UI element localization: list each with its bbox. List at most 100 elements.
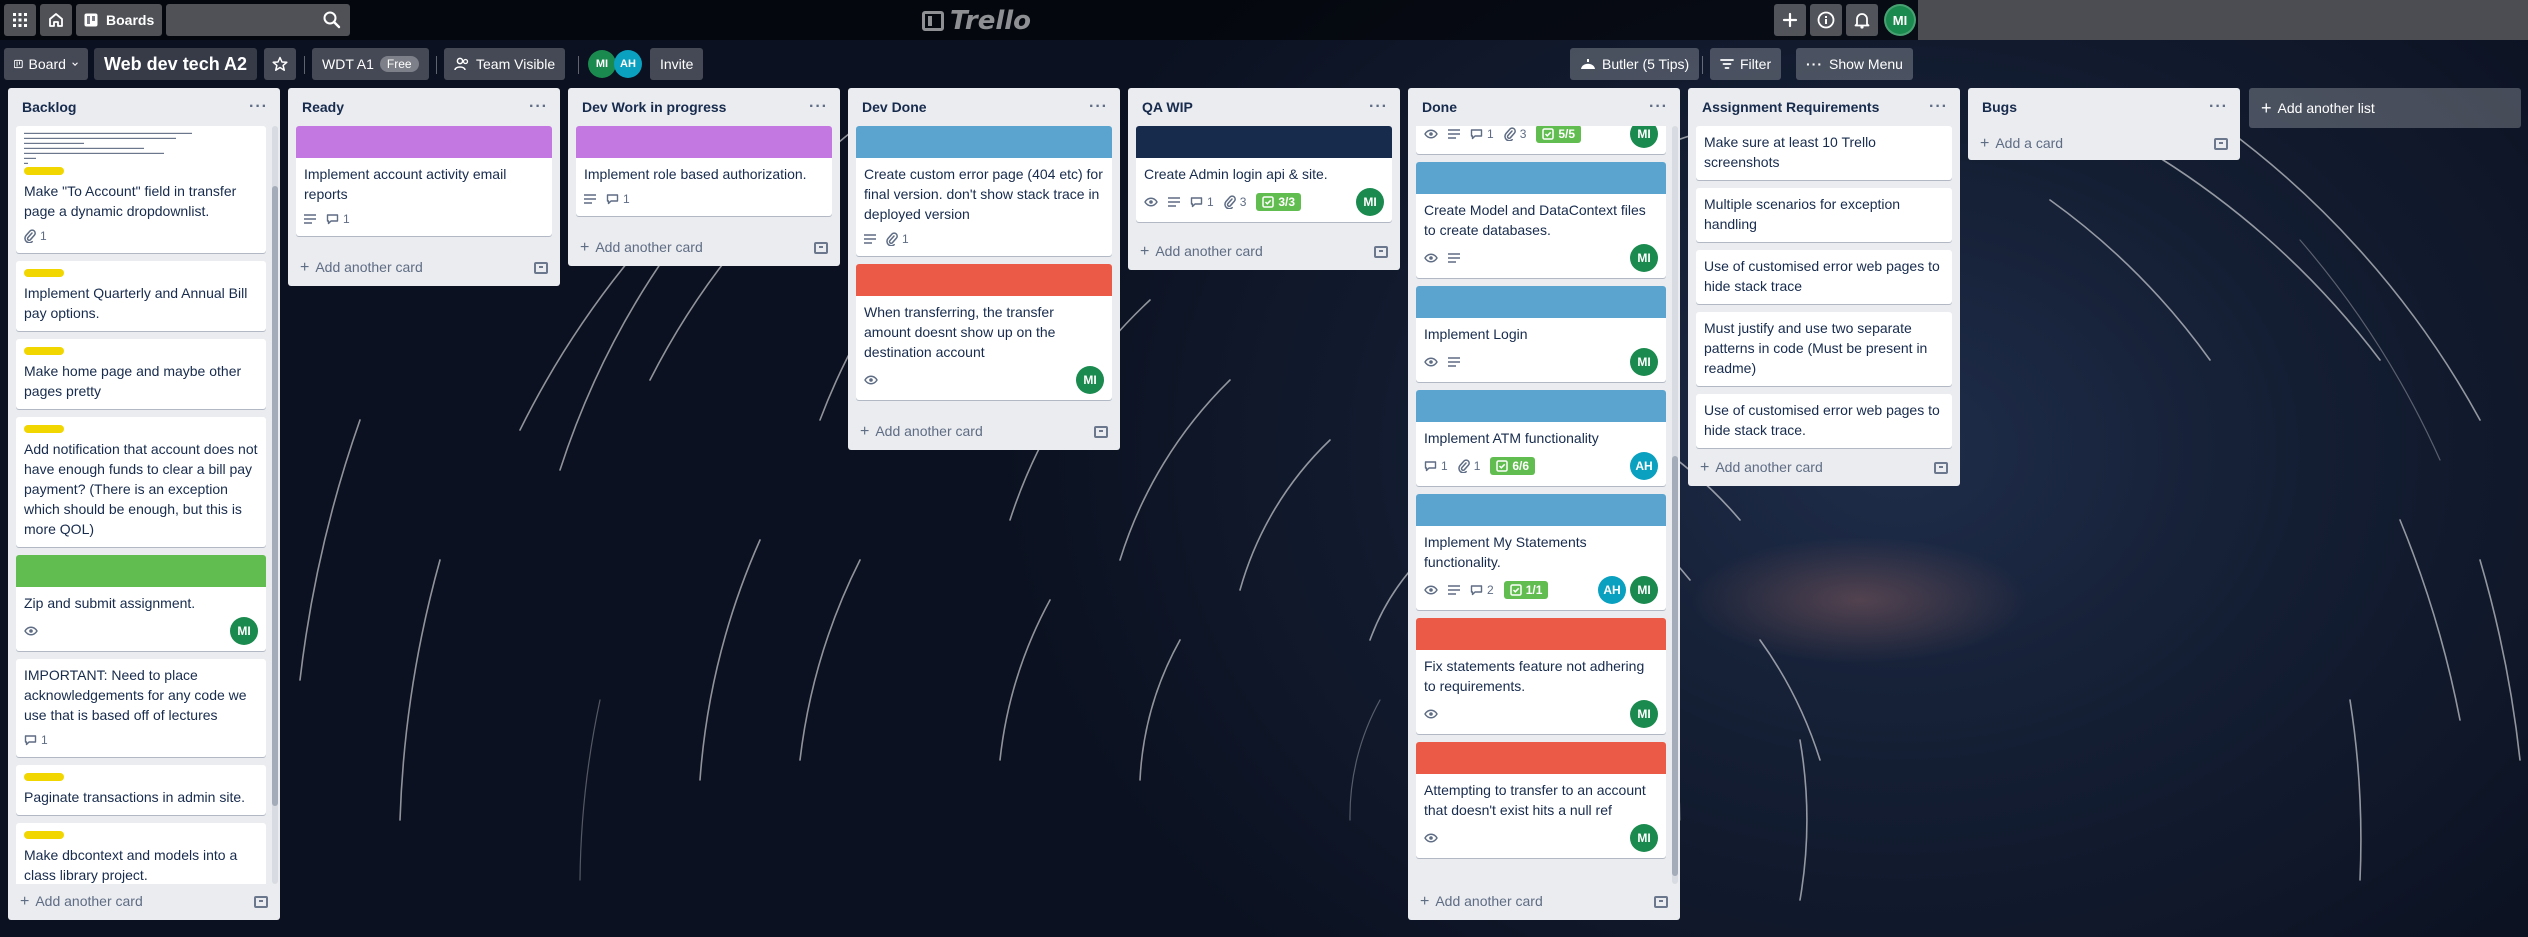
add-card-button[interactable]: + Add another card	[1408, 884, 1680, 920]
card-label-yellow[interactable]	[24, 167, 64, 175]
member-avatar-mi[interactable]: MI	[1630, 824, 1658, 852]
card[interactable]: Implement Login MI	[1416, 286, 1666, 382]
card[interactable]: Fix statements feature not adhering to r…	[1416, 618, 1666, 734]
card[interactable]: Make sure at least 10 Trello screenshots	[1696, 126, 1952, 180]
member-avatar-ah[interactable]: AH	[1598, 576, 1626, 604]
card[interactable]: Add notification that account does not h…	[16, 417, 266, 547]
card[interactable]: 1 3 5/5 MI	[1416, 126, 1666, 154]
card[interactable]: Attempting to transfer to an account tha…	[1416, 742, 1666, 858]
member-avatar-mi[interactable]: MI	[230, 617, 258, 645]
card-template-icon[interactable]	[2214, 138, 2228, 150]
list-menu-icon[interactable]: ···	[1649, 98, 1668, 116]
card-template-icon[interactable]	[1094, 426, 1108, 438]
member-avatar-mi[interactable]: MI	[1630, 126, 1658, 148]
card[interactable]: Create custom error page (404 etc) for f…	[856, 126, 1112, 256]
member-avatar-mi[interactable]: MI	[1630, 576, 1658, 604]
list-title[interactable]: Dev Work in progress	[582, 99, 726, 115]
add-card-button[interactable]: + Add another card	[1128, 234, 1400, 270]
add-list-button[interactable]: + Add another list	[2249, 88, 2521, 128]
list-header[interactable]: Dev Done ···	[848, 88, 1120, 126]
list-menu-icon[interactable]: ···	[1369, 98, 1388, 116]
card[interactable]: Implement ATM functionality 1 1 6/6 AH	[1416, 390, 1666, 486]
card-template-icon[interactable]	[1654, 896, 1668, 908]
card-template-icon[interactable]	[1934, 462, 1948, 474]
card[interactable]: Zip and submit assignment. MI	[16, 555, 266, 651]
card[interactable]: Use of customised error web pages to hid…	[1696, 394, 1952, 448]
list-title[interactable]: Bugs	[1982, 99, 2017, 115]
board-title[interactable]: Web dev tech A2	[94, 48, 258, 80]
list-menu-icon[interactable]: ···	[809, 98, 828, 116]
card-template-icon[interactable]	[814, 242, 828, 254]
home-button[interactable]	[40, 4, 72, 36]
list-header[interactable]: Done ···	[1408, 88, 1680, 126]
list-title[interactable]: QA WIP	[1142, 99, 1193, 115]
list-title[interactable]: Dev Done	[862, 99, 927, 115]
list-header[interactable]: Backlog ···	[8, 88, 280, 126]
visibility-button[interactable]: Team Visible	[444, 48, 566, 80]
card-label-yellow[interactable]	[24, 269, 64, 277]
list-header[interactable]: QA WIP ···	[1128, 88, 1400, 126]
card[interactable]: When transferring, the transfer amount d…	[856, 264, 1112, 400]
card[interactable]: Create Model and DataContext files to cr…	[1416, 162, 1666, 278]
card[interactable]: Must justify and use two separate patter…	[1696, 312, 1952, 386]
member-avatar-mi[interactable]: MI	[1076, 366, 1104, 394]
member-avatar-ah[interactable]: AH	[1630, 452, 1658, 480]
list-menu-icon[interactable]: ···	[2209, 98, 2228, 116]
board-member-avatar-mi[interactable]: MI	[588, 50, 616, 78]
create-button[interactable]	[1774, 4, 1806, 36]
filter-button[interactable]: Filter	[1710, 48, 1782, 80]
add-card-button[interactable]: + Add another card	[1688, 450, 1960, 486]
card[interactable]: Implement My Statements functionality. 2…	[1416, 494, 1666, 610]
workspace-button[interactable]: WDT A1 Free	[312, 48, 429, 80]
show-menu-button[interactable]: ··· Show Menu	[1796, 48, 1913, 80]
list-title[interactable]: Backlog	[22, 99, 76, 115]
add-card-button[interactable]: + Add another card	[8, 884, 280, 920]
list-title[interactable]: Assignment Requirements	[1702, 99, 1879, 115]
member-avatar-mi[interactable]: MI	[1630, 700, 1658, 728]
card[interactable]: Create Admin login api & site. 1 3 3/3 M…	[1136, 126, 1392, 222]
card[interactable]: Multiple scenarios for exception handlin…	[1696, 188, 1952, 242]
member-avatar-mi[interactable]: MI	[1630, 244, 1658, 272]
card[interactable]: Make home page and maybe other pages pre…	[16, 339, 266, 409]
add-card-button[interactable]: + Add another card	[568, 230, 840, 266]
star-board-button[interactable]	[264, 48, 296, 80]
card-template-icon[interactable]	[534, 262, 548, 274]
list-scrollbar-thumb[interactable]	[1672, 456, 1678, 876]
list-menu-icon[interactable]: ···	[249, 98, 268, 116]
list-title[interactable]: Done	[1422, 99, 1457, 115]
card[interactable]: Implement Quarterly and Annual Bill pay …	[16, 261, 266, 331]
list-menu-icon[interactable]: ···	[1929, 98, 1948, 116]
card-template-icon[interactable]	[1374, 246, 1388, 258]
list-header[interactable]: Bugs ···	[1968, 88, 2240, 126]
add-card-button[interactable]: + Add another card	[288, 250, 560, 286]
boards-button[interactable]: Boards	[76, 4, 162, 36]
butler-button[interactable]: Butler (5 Tips)	[1570, 48, 1700, 80]
list-title[interactable]: Ready	[302, 99, 344, 115]
apps-button[interactable]	[4, 4, 36, 36]
list-header[interactable]: Dev Work in progress ···	[568, 88, 840, 126]
current-user-avatar[interactable]: MI	[1884, 4, 1916, 36]
card[interactable]: Paginate transactions in admin site.	[16, 765, 266, 815]
info-button[interactable]	[1810, 4, 1842, 36]
card-label-yellow[interactable]	[24, 831, 64, 839]
list-header[interactable]: Ready ···	[288, 88, 560, 126]
invite-button[interactable]: Invite	[650, 48, 704, 80]
card-label-yellow[interactable]	[24, 773, 64, 781]
list-scrollbar-thumb[interactable]	[272, 186, 278, 806]
card[interactable]: Make dbcontext and models into a class l…	[16, 823, 266, 884]
notifications-button[interactable]	[1846, 4, 1878, 36]
board-member-avatar-ah[interactable]: AH	[614, 50, 642, 78]
board-view-switcher[interactable]: Board	[4, 48, 88, 80]
card[interactable]: Use of customised error web pages to hid…	[1696, 250, 1952, 304]
card[interactable]: Implement role based authorization. 1	[576, 126, 832, 216]
add-card-button[interactable]: + Add another card	[848, 414, 1120, 450]
card-label-yellow[interactable]	[24, 347, 64, 355]
card-template-icon[interactable]	[254, 896, 268, 908]
trello-logo[interactable]: Trello	[922, 6, 1031, 36]
add-card-button[interactable]: + Add a card	[1968, 126, 2240, 162]
card[interactable]: IMPORTANT: Need to place acknowledgement…	[16, 659, 266, 757]
list-menu-icon[interactable]: ···	[529, 98, 548, 116]
member-avatar-mi[interactable]: MI	[1356, 188, 1384, 216]
member-avatar-mi[interactable]: MI	[1630, 348, 1658, 376]
list-header[interactable]: Assignment Requirements ···	[1688, 88, 1960, 126]
